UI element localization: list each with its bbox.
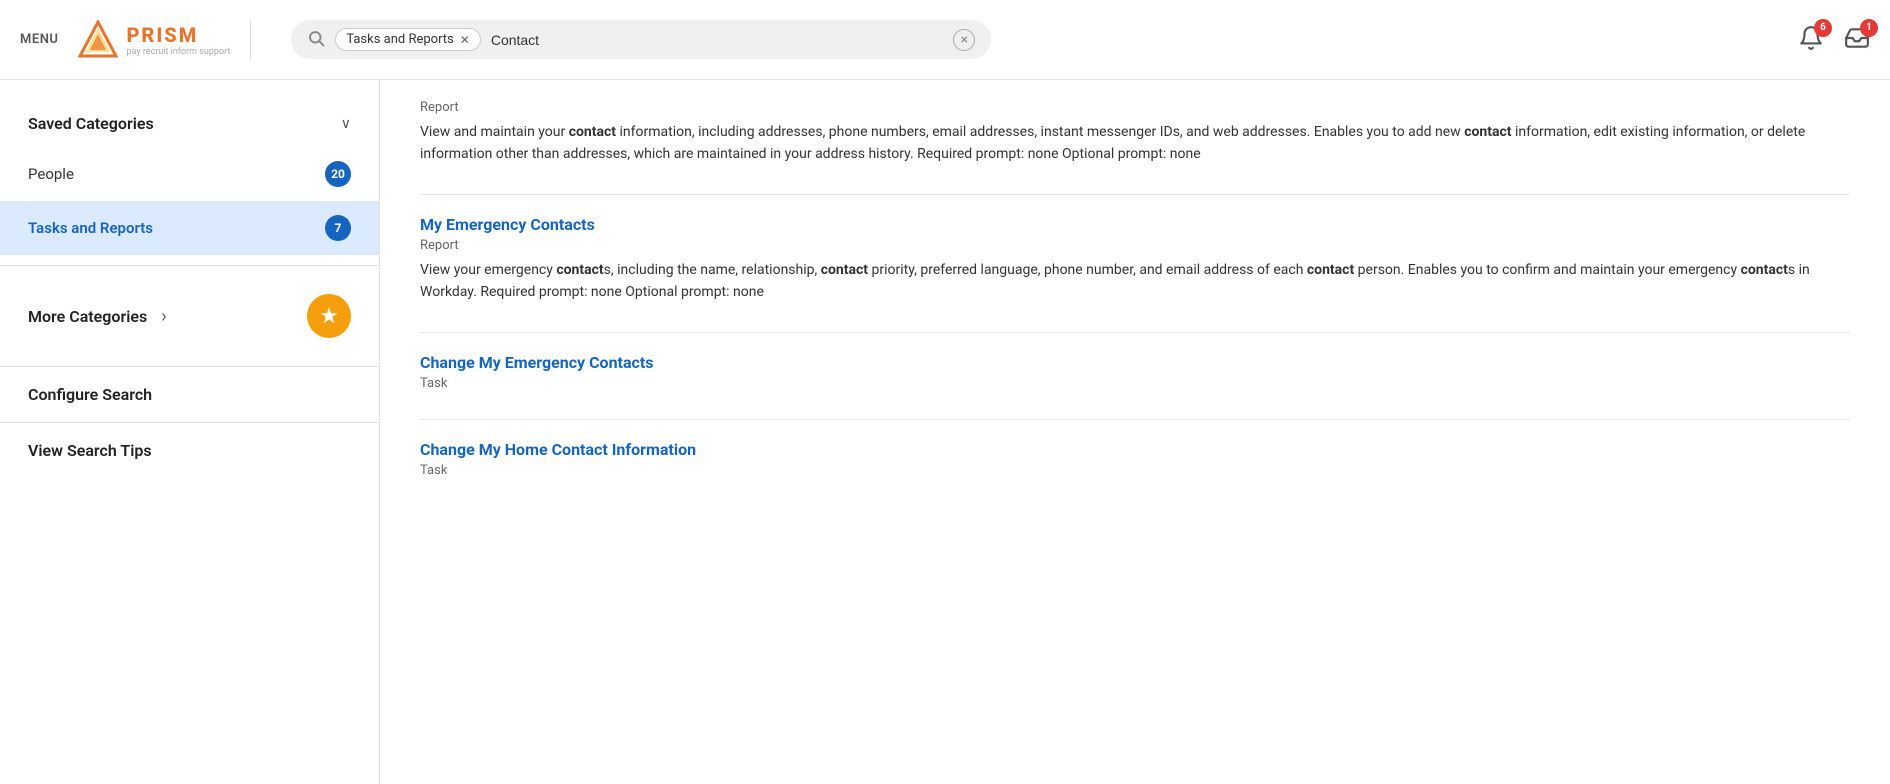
logo-text-block: PRISM pay recruit inform support: [126, 23, 230, 57]
result-type-change-emergency: Task: [420, 376, 1850, 391]
search-icon: [307, 29, 325, 51]
result-change-emergency-contacts: Change My Emergency Contacts Task: [420, 353, 1850, 391]
search-tag[interactable]: Tasks and Reports ✕: [335, 28, 481, 51]
search-input[interactable]: [491, 32, 943, 48]
result-contact-report: Report View and maintain your contact in…: [420, 100, 1850, 166]
more-categories-chevron-icon: ›: [161, 306, 166, 327]
search-tag-label: Tasks and Reports: [346, 32, 453, 47]
change-home-contact-title[interactable]: Change My Home Contact Information: [420, 440, 1850, 459]
menu-label[interactable]: MENU: [20, 32, 58, 47]
logo-name: PRISM: [126, 23, 230, 47]
view-search-tips-link[interactable]: View Search Tips: [0, 423, 379, 478]
result-description-emergency: View your emergency contacts, including …: [420, 259, 1850, 304]
divider-3: [420, 419, 1850, 420]
more-categories-section: More Categories › ★: [0, 266, 379, 367]
configure-search-link[interactable]: Configure Search: [0, 367, 379, 423]
notifications-badge: 6: [1814, 19, 1832, 37]
notifications-button[interactable]: 6: [1798, 25, 1824, 55]
result-my-emergency-contacts: My Emergency Contacts Report View your e…: [420, 215, 1850, 304]
star-icon: ★: [319, 304, 339, 329]
header: MENU PRISM pay recruit inform support Ta…: [0, 0, 1890, 80]
prism-logo-icon: [78, 20, 118, 60]
divider-2: [420, 332, 1850, 333]
result-change-home-contact: Change My Home Contact Information Task: [420, 440, 1850, 478]
sidebar: Saved Categories ∨ People 20 Tasks and R…: [0, 80, 380, 784]
header-right: 6 1: [1798, 25, 1870, 55]
search-tag-close-icon[interactable]: ✕: [460, 33, 470, 47]
saved-categories-title: Saved Categories: [28, 114, 154, 133]
my-emergency-contacts-title[interactable]: My Emergency Contacts: [420, 215, 1850, 234]
search-bar: Tasks and Reports ✕ ×: [291, 20, 991, 59]
inbox-button[interactable]: 1: [1844, 25, 1870, 55]
star-badge: ★: [307, 294, 351, 338]
saved-categories-header[interactable]: Saved Categories ∨: [0, 100, 379, 147]
logo-area: PRISM pay recruit inform support: [78, 20, 251, 60]
divider-1: [420, 194, 1850, 195]
saved-categories-chevron-icon: ∨: [341, 116, 351, 132]
inbox-badge: 1: [1860, 19, 1878, 37]
result-type-emergency: Report: [420, 238, 1850, 253]
search-clear-button[interactable]: ×: [953, 29, 975, 51]
logo-subtitle: pay recruit inform support: [126, 47, 230, 57]
result-description-contact: View and maintain your contact informati…: [420, 121, 1850, 166]
result-type-contact: Report: [420, 100, 1850, 115]
sidebar-item-tasks-reports[interactable]: Tasks and Reports 7: [0, 201, 379, 255]
layout: Saved Categories ∨ People 20 Tasks and R…: [0, 80, 1890, 784]
result-type-change-home: Task: [420, 463, 1850, 478]
more-categories-row[interactable]: More Categories › ★: [0, 276, 379, 356]
people-label: People: [28, 165, 74, 183]
sidebar-item-people[interactable]: People 20: [0, 147, 379, 201]
main-content: Report View and maintain your contact in…: [380, 80, 1890, 784]
tasks-reports-badge: 7: [325, 215, 351, 241]
tasks-reports-label: Tasks and Reports: [28, 219, 153, 237]
more-categories-label: More Categories: [28, 307, 147, 326]
saved-categories-section: Saved Categories ∨ People 20 Tasks and R…: [0, 90, 379, 266]
people-badge: 20: [325, 161, 351, 187]
change-emergency-contacts-title[interactable]: Change My Emergency Contacts: [420, 353, 1850, 372]
